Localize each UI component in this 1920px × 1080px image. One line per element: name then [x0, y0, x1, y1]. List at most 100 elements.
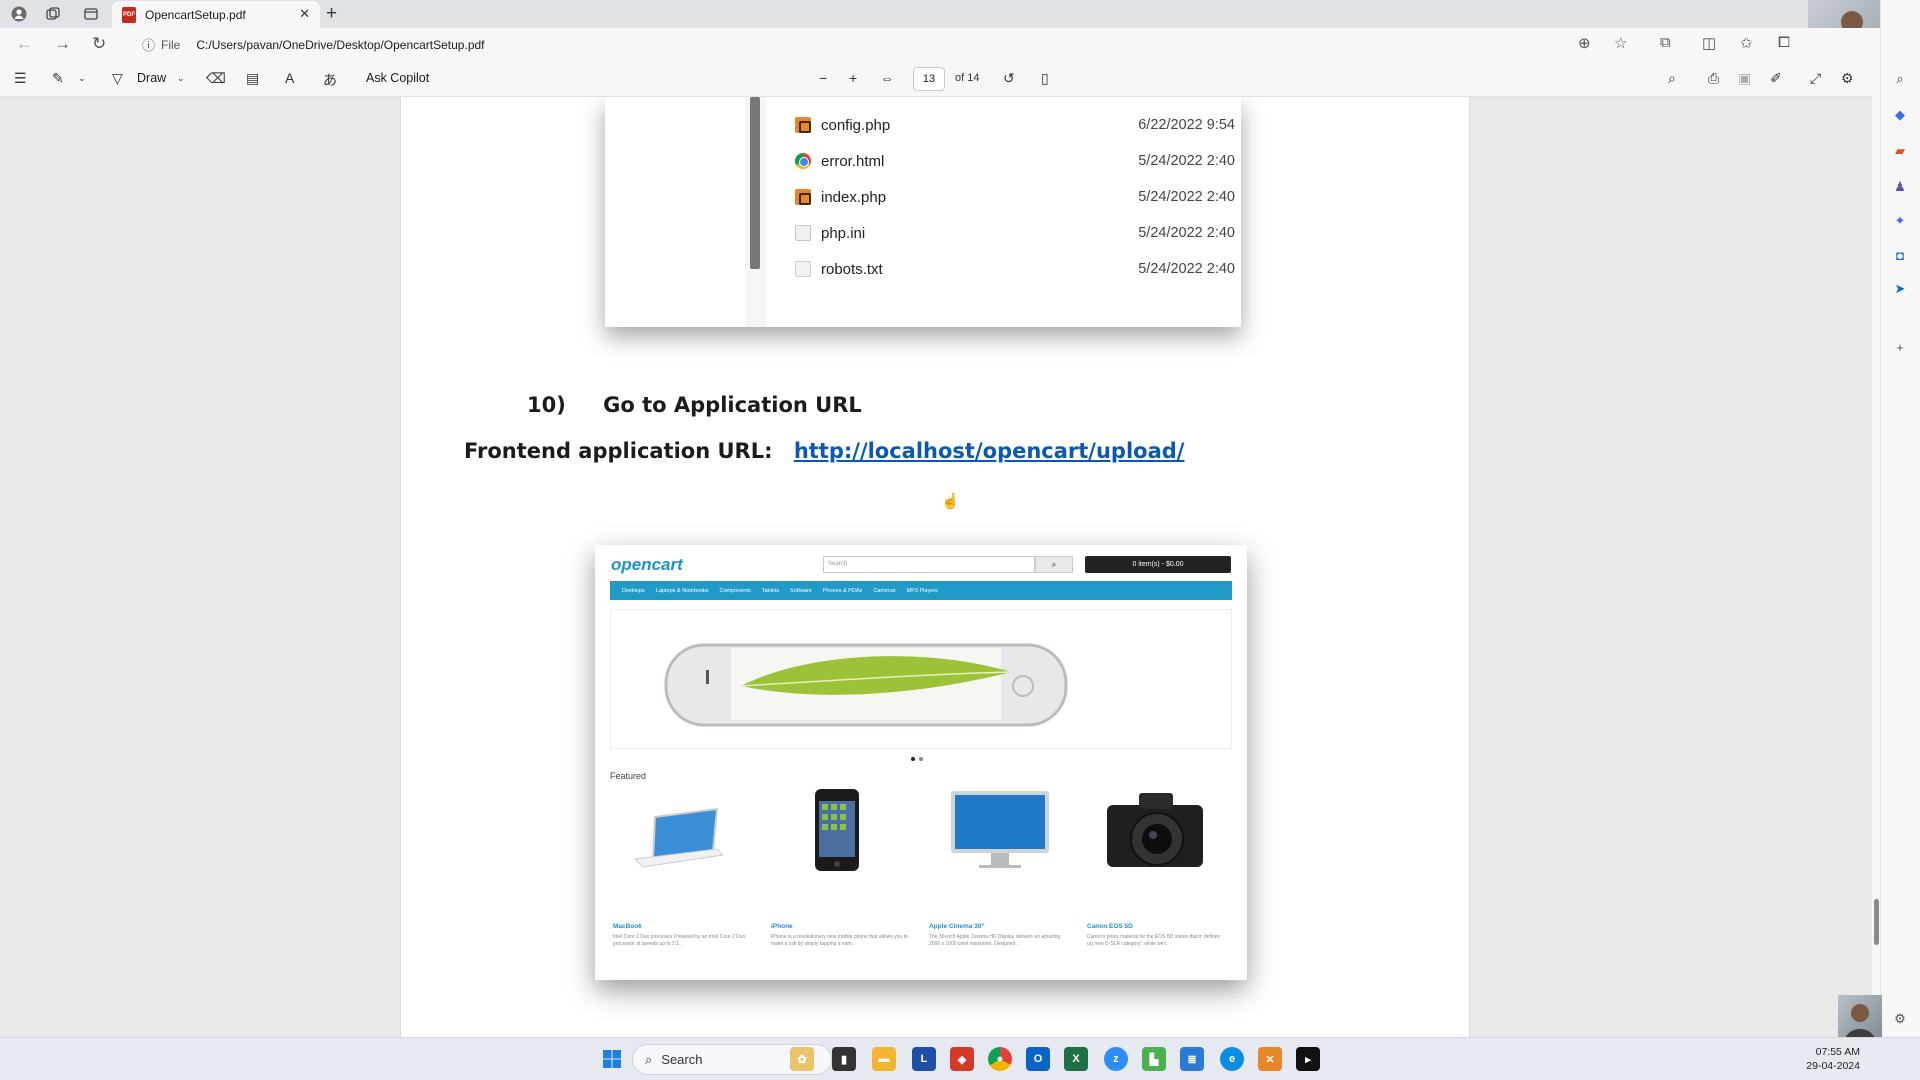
product-card: Canon EOS 5D Canon's press material for … — [1079, 789, 1229, 979]
save-icon[interactable]: ▣ — [1738, 70, 1751, 87]
refresh-icon[interactable]: ↻ — [92, 34, 106, 54]
file-name: index.php — [821, 188, 887, 206]
edge-sidebar: ⌕ ◆ ▰ ♟ ✦ ◘ ➤ + ⚙ — [1880, 0, 1920, 1037]
opencart-slideshow — [610, 609, 1232, 749]
apple-cinema-image — [951, 791, 1049, 868]
read-aloud-icon[interactable]: A — [285, 70, 294, 86]
sidebar-games-icon[interactable]: ♟ — [1889, 176, 1911, 198]
file-date: 5/24/2022 2:40 — [1138, 225, 1235, 241]
rotate-icon[interactable]: ↺ — [1003, 70, 1015, 87]
chrome-icon[interactable]: ● — [988, 1047, 1012, 1071]
notepad-icon[interactable]: ≣ — [1180, 1047, 1204, 1071]
zoom-icon[interactable]: z — [1104, 1047, 1128, 1071]
pdf-viewer[interactable]: config.php 6/22/2022 9:54 error.html 5/2… — [0, 97, 1872, 1037]
address-input[interactable]: ⓘ File C:/Users/pavan/OneDrive/Desktop/O… — [132, 31, 1642, 58]
terminal-icon[interactable]: ▸ — [1296, 1047, 1320, 1071]
sidebar-tools-icon[interactable]: ▰ — [1889, 140, 1911, 162]
zoom-out-icon[interactable]: − — [819, 70, 827, 86]
clock-date: 29-04-2024 — [1806, 1060, 1860, 1072]
taskbar-clock[interactable]: 07:55 AM 29-04-2024 — [1796, 1045, 1860, 1073]
file-row: config.php 6/22/2022 9:54 — [795, 107, 1235, 143]
sidebar-tag-icon[interactable]: ◆ — [1889, 104, 1911, 126]
php-file-icon — [795, 117, 811, 133]
product-description: iPhone is a revolutionary new mobile pho… — [771, 934, 908, 947]
windows-start-icon[interactable] — [600, 1047, 624, 1071]
translate-icon[interactable]: あ — [323, 70, 337, 90]
search-pdf-icon[interactable]: ⌕ — [1668, 70, 1676, 87]
draw-dropdown-icon[interactable]: ⌄ — [177, 73, 185, 84]
outlook-icon[interactable]: O — [1026, 1047, 1050, 1071]
product-description: Intel Core 2 Duo processor Powered by an… — [613, 934, 746, 947]
product-name: Canon EOS 5D — [1087, 923, 1133, 930]
fullscreen-icon[interactable]: ⤢ — [1810, 70, 1821, 87]
back-arrow-icon[interactable]: ← — [16, 34, 33, 54]
ask-copilot-button[interactable]: Ask Copilot — [366, 71, 429, 85]
zoom-in-icon[interactable]: + — [849, 70, 857, 86]
page-number-input[interactable]: 13 — [913, 67, 945, 91]
sidebar-add-icon[interactable]: + — [1889, 336, 1911, 358]
url-line: Frontend application URL: http://localho… — [464, 439, 1184, 463]
highlight-dropdown-icon[interactable]: ⌄ — [78, 73, 86, 84]
opencart-menu: Desktops Laptops & Notebooks Components … — [610, 581, 1232, 600]
tab-actions-icon[interactable] — [80, 4, 102, 24]
opencart-menu-item: Desktops — [622, 587, 645, 594]
file-row: error.html 5/24/2022 2:40 — [795, 143, 1235, 179]
excel-icon[interactable]: X — [1064, 1047, 1088, 1071]
edge-icon[interactable]: e — [1220, 1047, 1244, 1071]
new-tab-button[interactable]: + — [326, 3, 337, 25]
pdf-toolbar: ☰ ✎ ⌄ ▽ Draw ⌄ ⌫ ▤ A あ Ask Copilot − + ⇔… — [0, 61, 1880, 97]
settings-icon[interactable]: ⚙ — [1841, 70, 1854, 87]
xampp-icon[interactable]: ✕ — [1258, 1047, 1282, 1071]
opencart-menu-item: Tablets — [761, 587, 780, 594]
sidebar-search-icon[interactable]: ⌕ — [1889, 68, 1911, 90]
draw-label[interactable]: Draw — [137, 71, 166, 85]
highlight-icon[interactable]: ✎ — [52, 70, 64, 87]
app-chart-icon[interactable]: ▙ — [1142, 1047, 1166, 1071]
frontend-url-link[interactable]: http://localhost/opencart/upload/ — [794, 439, 1185, 463]
collections-icon[interactable]: ⧠ — [1778, 34, 1790, 51]
file-row: php.ini 5/24/2022 2:40 — [795, 215, 1235, 251]
vertical-scrollbar[interactable] — [1872, 61, 1880, 1037]
zoom-icon[interactable]: ⊕ — [1578, 34, 1591, 52]
favorite-star-icon[interactable]: ☆ — [1614, 34, 1627, 52]
split-screen-icon[interactable]: ◫ — [1702, 34, 1716, 52]
php-file-icon — [795, 189, 811, 205]
info-icon[interactable]: ⓘ — [142, 35, 155, 54]
task-view-icon[interactable]: ▮ — [832, 1047, 856, 1071]
sidebar-copilot-icon[interactable]: ✦ — [1889, 210, 1911, 232]
product-description: The 30-inch Apple Cinema HD Display deli… — [929, 934, 1061, 947]
opencart-menu-item: Laptops & Notebooks — [655, 587, 709, 594]
sidebar-outlook-icon[interactable]: ◘ — [1889, 244, 1911, 266]
tab-bar: PDF OpencartSetup.pdf ✕ + — [0, 0, 1920, 28]
close-tab-icon[interactable]: ✕ — [299, 6, 310, 22]
save-as-icon[interactable]: ✐ — [1770, 70, 1782, 87]
sidebar-send-icon[interactable]: ➤ — [1889, 278, 1911, 300]
draw-icon[interactable]: ▽ — [112, 70, 123, 87]
canon-camera-image — [1107, 793, 1203, 867]
widgets-icon[interactable]: ✿ — [790, 1047, 814, 1071]
print-icon[interactable]: ⎙ — [1708, 70, 1719, 87]
file-date: 6/22/2022 9:54 — [1138, 117, 1235, 133]
app-l-icon[interactable]: L — [912, 1047, 936, 1071]
ini-file-icon — [795, 225, 811, 241]
clock-time: 07:55 AM — [1815, 1046, 1860, 1058]
extensions-icon[interactable]: ⧉ — [1660, 34, 1671, 51]
tab-opencart-pdf[interactable]: PDF OpencartSetup.pdf ✕ — [112, 1, 320, 28]
forward-arrow-icon[interactable]: → — [54, 34, 71, 54]
workspaces-icon[interactable] — [42, 4, 64, 24]
favorites-icon[interactable]: ✩ — [1740, 34, 1753, 52]
contents-icon[interactable]: ☰ — [14, 70, 27, 87]
text-box-icon[interactable]: ▤ — [246, 70, 259, 87]
profile-icon[interactable] — [8, 4, 30, 24]
file-name: error.html — [821, 152, 885, 170]
explorer-scrollbar — [750, 97, 760, 269]
antivirus-icon[interactable]: ◈ — [950, 1047, 974, 1071]
scrollbar-thumb[interactable] — [1874, 899, 1879, 945]
address-scheme: File — [161, 37, 181, 52]
erase-icon[interactable]: ⌫ — [206, 70, 226, 87]
fit-page-icon[interactable]: ⇔ — [880, 70, 894, 86]
product-card: MacBook Intel Core 2 Duo processor Power… — [605, 789, 755, 979]
sidebar-settings-icon[interactable]: ⚙ — [1889, 1008, 1911, 1030]
page-view-icon[interactable]: ▯ — [1041, 70, 1049, 87]
file-explorer-icon[interactable]: ▬ — [872, 1047, 896, 1071]
